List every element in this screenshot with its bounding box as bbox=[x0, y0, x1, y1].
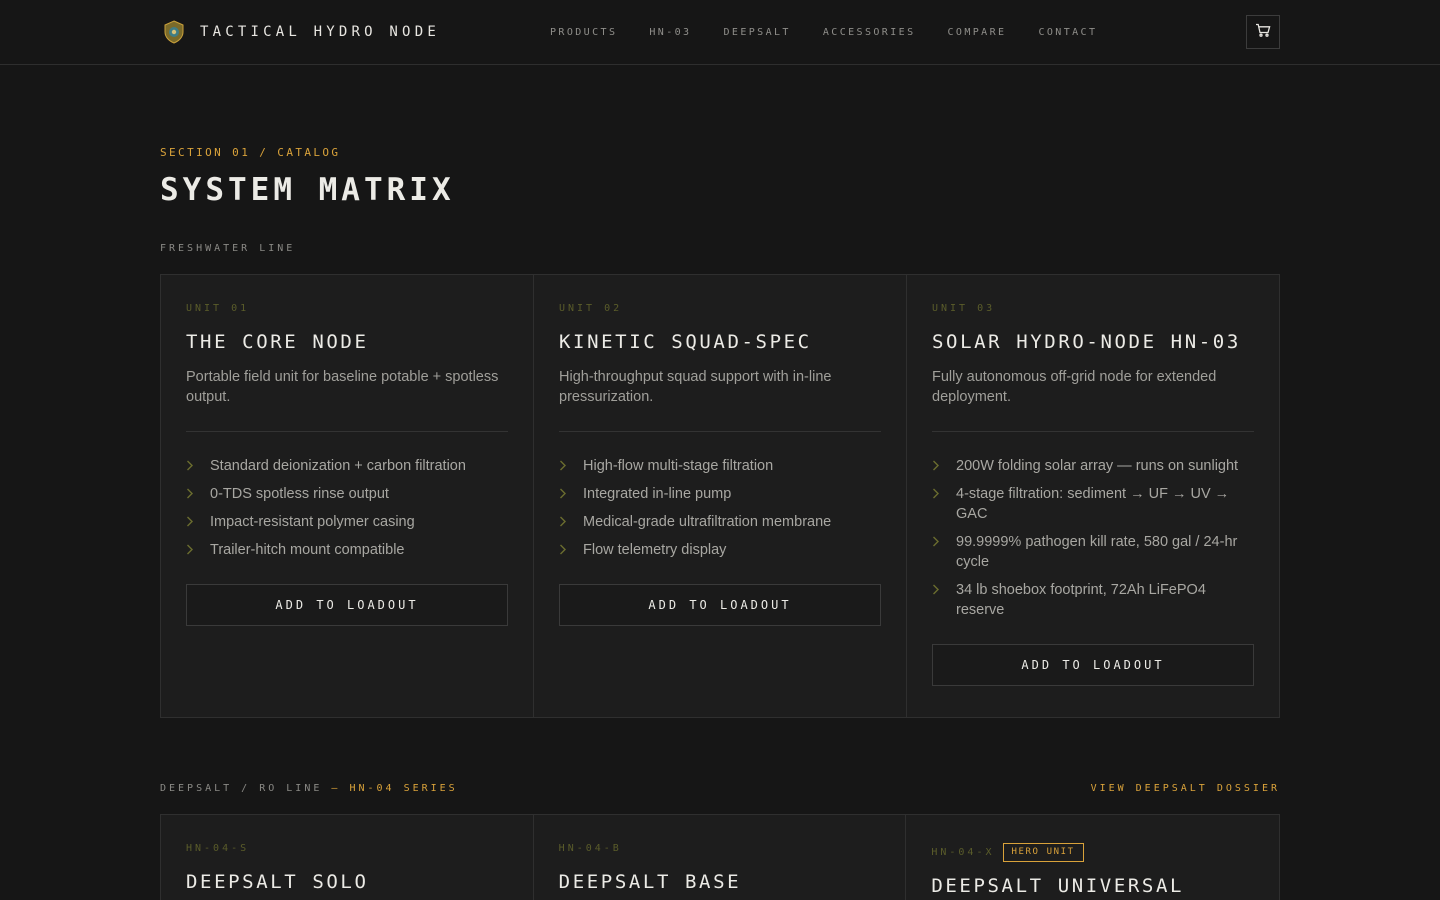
feature-text: Standard deionization + carbon filtratio… bbox=[210, 458, 466, 474]
chevron-right-icon bbox=[559, 512, 583, 532]
feature-item: 4-stage filtration: sediment → UF → UV →… bbox=[932, 484, 1254, 524]
section-eyebrow: SECTION 01 / CATALOG bbox=[160, 146, 341, 159]
card-title: SOLAR HYDRO-NODE HN-03 bbox=[932, 331, 1241, 353]
nav-compare[interactable]: COMPARE bbox=[948, 27, 1007, 38]
chevron-right-icon bbox=[559, 484, 583, 504]
product-card: UNIT 01 THE CORE NODE Portable field uni… bbox=[161, 275, 534, 717]
site-header: TACTICAL HYDRO NODE PRODUCTS HN-03 DEEPS… bbox=[0, 0, 1440, 65]
card-description: Fully autonomous off-grid node for exten… bbox=[932, 369, 1217, 405]
product-card: HN-04-X HERO UNIT DEEPSALT UNIVERSAL bbox=[906, 815, 1279, 900]
feature-item: Impact-resistant polymer casing bbox=[186, 512, 508, 532]
product-card: HN-04-S DEEPSALT SOLO bbox=[161, 815, 534, 900]
chevron-right-icon bbox=[932, 532, 956, 572]
deepsalt-series-label: — HN-04 SERIES bbox=[331, 783, 458, 794]
page-title: SYSTEM MATRIX bbox=[160, 172, 455, 208]
chevron-right-icon bbox=[186, 512, 210, 532]
feature-text: 200W folding solar array — runs on sunli… bbox=[956, 458, 1239, 474]
feature-item: 99.9999% pathogen kill rate, 580 gal / 2… bbox=[932, 532, 1254, 572]
feature-text: Trailer-hitch mount compatible bbox=[210, 542, 405, 558]
freshwater-grid: UNIT 01 THE CORE NODE Portable field uni… bbox=[160, 274, 1280, 718]
card-title: DEEPSALT BASE bbox=[558, 871, 742, 893]
product-card: UNIT 03 SOLAR HYDRO-NODE HN-03 Fully aut… bbox=[907, 275, 1279, 717]
chevron-right-icon bbox=[932, 580, 956, 620]
unit-code: UNIT 01 bbox=[186, 302, 250, 314]
feature-list: High-flow multi-stage filtration Integra… bbox=[559, 456, 881, 560]
main-nav: PRODUCTS HN-03 DEEPSALT ACCESSORIES COMP… bbox=[550, 24, 1129, 40]
feature-item: Standard deionization + carbon filtratio… bbox=[186, 456, 508, 476]
chevron-right-icon bbox=[559, 456, 583, 476]
feature-text: High-flow multi-stage filtration bbox=[583, 458, 774, 474]
add-to-loadout-button[interactable]: ADD TO LOADOUT bbox=[932, 644, 1254, 686]
unit-code-row: HN-04-X HERO UNIT bbox=[931, 841, 1254, 863]
shield-emblem-icon bbox=[160, 18, 188, 46]
cart-icon bbox=[1255, 23, 1271, 42]
feature-item: Flow telemetry display bbox=[559, 540, 881, 560]
add-to-loadout-button[interactable]: ADD TO LOADOUT bbox=[559, 584, 881, 626]
brand[interactable]: TACTICAL HYDRO NODE bbox=[160, 18, 440, 46]
chevron-right-icon bbox=[186, 484, 210, 504]
chevron-right-icon bbox=[932, 484, 956, 524]
nav-accessories[interactable]: ACCESSORIES bbox=[823, 27, 916, 38]
feature-text: Impact-resistant polymer casing bbox=[210, 514, 415, 530]
feature-item: Trailer-hitch mount compatible bbox=[186, 540, 508, 560]
feature-list: 200W folding solar array — runs on sunli… bbox=[932, 456, 1254, 620]
view-deepsalt-dossier-link[interactable]: VIEW DEEPSALT DOSSIER bbox=[1091, 783, 1280, 794]
feature-text: Flow telemetry display bbox=[583, 542, 727, 558]
deepsalt-grid: HN-04-S DEEPSALT SOLO HN-04-B DEEPSALT B… bbox=[160, 814, 1280, 900]
brand-name: TACTICAL HYDRO NODE bbox=[200, 24, 440, 40]
unit-code: HN-04-S bbox=[186, 842, 250, 854]
card-title: DEEPSALT UNIVERSAL bbox=[931, 875, 1185, 897]
unit-code: HN-04-X bbox=[931, 846, 995, 858]
feature-text: 0-TDS spotless rinse output bbox=[210, 486, 389, 502]
product-card: UNIT 02 KINETIC SQUAD-SPEC High-throughp… bbox=[534, 275, 907, 717]
nav-products[interactable]: PRODUCTS bbox=[550, 27, 617, 38]
add-to-loadout-button[interactable]: ADD TO LOADOUT bbox=[186, 584, 508, 626]
card-title: THE CORE NODE bbox=[186, 331, 369, 353]
card-title: DEEPSALT SOLO bbox=[186, 871, 369, 893]
feature-text: 99.9999% pathogen kill rate, 580 gal / 2… bbox=[956, 534, 1238, 570]
feature-list: Standard deionization + carbon filtratio… bbox=[186, 456, 508, 560]
product-card: HN-04-B DEEPSALT BASE bbox=[534, 815, 907, 900]
feature-item: 0-TDS spotless rinse output bbox=[186, 484, 508, 504]
divider bbox=[559, 431, 881, 432]
feature-text: 4-stage filtration: sediment → UF → UV →… bbox=[956, 486, 1230, 522]
chevron-right-icon bbox=[559, 540, 583, 560]
card-description: High-throughput squad support with in-li… bbox=[559, 369, 832, 405]
cart-button[interactable] bbox=[1246, 15, 1280, 49]
chevron-right-icon bbox=[186, 456, 210, 476]
feature-text: Medical-grade ultrafiltration membrane bbox=[583, 514, 832, 530]
chevron-right-icon bbox=[186, 540, 210, 560]
feature-item: High-flow multi-stage filtration bbox=[559, 456, 881, 476]
chevron-right-icon bbox=[932, 456, 956, 476]
unit-code: UNIT 02 bbox=[559, 302, 623, 314]
feature-item: Integrated in-line pump bbox=[559, 484, 881, 504]
card-title: KINETIC SQUAD-SPEC bbox=[559, 331, 812, 353]
feature-item: 200W folding solar array — runs on sunli… bbox=[932, 456, 1254, 476]
feature-text: Integrated in-line pump bbox=[583, 486, 732, 502]
unit-code: UNIT 03 bbox=[932, 302, 996, 314]
deepsalt-line-name: DEEPSALT / RO LINE bbox=[160, 783, 323, 794]
card-description: Portable field unit for baseline potable… bbox=[186, 369, 499, 405]
feature-text: 34 lb shoebox footprint, 72Ah LiFePO4 re… bbox=[956, 582, 1206, 618]
hero-unit-badge: HERO UNIT bbox=[1002, 842, 1084, 862]
nav-contact[interactable]: CONTACT bbox=[1038, 27, 1097, 38]
feature-item: Medical-grade ultrafiltration membrane bbox=[559, 512, 881, 532]
feature-item: 34 lb shoebox footprint, 72Ah LiFePO4 re… bbox=[932, 580, 1254, 620]
unit-code: HN-04-B bbox=[558, 842, 622, 854]
deepsalt-line-label: DEEPSALT / RO LINE — HN-04 SERIES bbox=[160, 783, 458, 794]
nav-deepsalt[interactable]: DEEPSALT bbox=[723, 27, 790, 38]
divider bbox=[932, 431, 1254, 432]
freshwater-line-label: FRESHWATER LINE bbox=[160, 243, 296, 254]
nav-hn-03[interactable]: HN-03 bbox=[649, 27, 691, 38]
divider bbox=[186, 431, 508, 432]
